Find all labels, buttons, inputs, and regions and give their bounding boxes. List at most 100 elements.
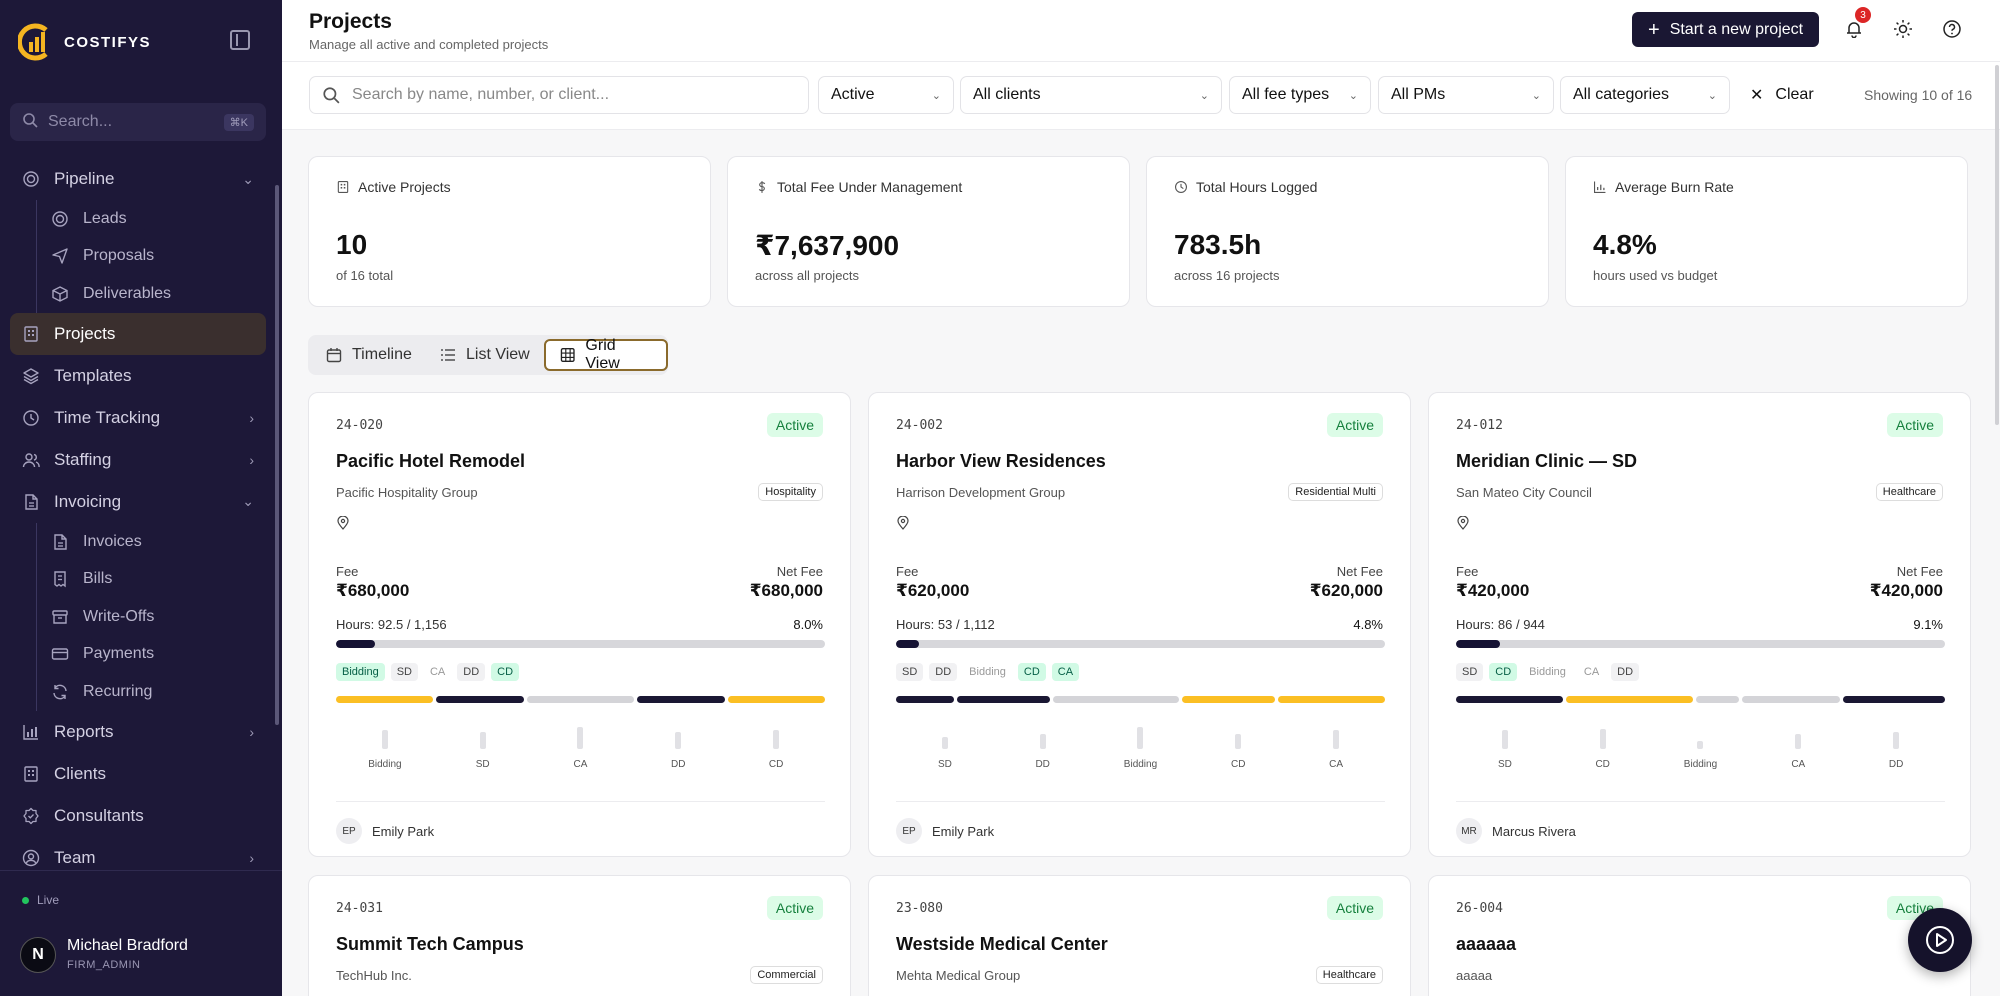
- project-name[interactable]: aaaaaa: [1456, 934, 1516, 955]
- phase-segments: [896, 696, 1385, 703]
- card-divider: [1456, 801, 1945, 802]
- live-label: Live: [37, 893, 60, 907]
- stat-value: 10: [336, 229, 368, 260]
- phase-bar: [675, 732, 682, 749]
- users-icon: [22, 451, 40, 469]
- sidebar-item-time-tracking[interactable]: Time Tracking ›: [10, 397, 266, 439]
- sidebar-item-reports[interactable]: Reports ›: [10, 711, 266, 753]
- phase-bar: [1137, 726, 1144, 749]
- hours-progress-fill: [896, 640, 920, 648]
- project-number: 24-020: [336, 418, 383, 433]
- receipt-icon: [51, 570, 69, 588]
- sidebar-item-staffing[interactable]: Staffing ›: [10, 439, 266, 481]
- sidebar-item-label: Time Tracking: [54, 407, 161, 427]
- sidebar-item-payments[interactable]: Payments: [37, 636, 266, 674]
- theme-toggle-button[interactable]: [1891, 17, 1915, 41]
- start-new-project-label: Start a new project: [1669, 20, 1804, 38]
- pm-filter-select[interactable]: All PMs ⌄: [1378, 76, 1554, 114]
- status-badge: Active: [766, 413, 823, 437]
- main-scrollbar[interactable]: [1995, 65, 1999, 425]
- fee-type-filter-select[interactable]: All fee types ⌄: [1229, 76, 1371, 114]
- status-filter-select[interactable]: Active ⌄: [818, 76, 954, 114]
- box-icon: [51, 285, 69, 303]
- phase-column: CD: [1563, 715, 1643, 770]
- costifys-logo-icon: [16, 22, 52, 62]
- sidebar-item-write-offs[interactable]: Write-Offs: [37, 598, 266, 636]
- sidebar-item-invoices[interactable]: Invoices: [37, 523, 266, 561]
- search-shortcut: ⌘K: [223, 113, 254, 131]
- sidebar-search[interactable]: Search... ⌘K: [10, 103, 266, 141]
- clock-icon: [1174, 180, 1188, 194]
- phase-label: SD: [1497, 759, 1512, 770]
- sidebar-scrollbar[interactable]: [275, 185, 279, 725]
- sidebar-collapse-icon[interactable]: [230, 30, 250, 50]
- sidebar-item-invoicing[interactable]: Invoicing ⌄: [10, 481, 266, 523]
- phase-segments: [336, 696, 825, 703]
- grid-view-tab[interactable]: Grid View: [544, 337, 668, 372]
- sidebar-item-label: Recurring: [83, 682, 153, 700]
- phase-bar: [1795, 733, 1802, 749]
- notifications-button[interactable]: 3: [1842, 7, 1871, 41]
- sidebar-item-pipeline[interactable]: Pipeline ⌄: [10, 158, 266, 200]
- project-card[interactable]: 26-004 Active aaaaaa aaaaa: [1428, 875, 1971, 996]
- clock-icon: [22, 409, 40, 427]
- plus-icon: +: [1648, 18, 1660, 41]
- card-divider: [896, 801, 1385, 802]
- project-card[interactable]: 24-031 Active Summit Tech Campus TechHub In…: [308, 875, 851, 996]
- file-icon: [22, 493, 40, 511]
- brand[interactable]: COSTIFYS: [16, 20, 152, 64]
- fee-label: Fee: [896, 564, 919, 579]
- project-card[interactable]: 24-020 Active Pacific Hotel Remodel Pacific…: [308, 392, 851, 857]
- burn-rate: 4.8%: [1353, 617, 1383, 632]
- sidebar-item-clients[interactable]: Clients: [10, 753, 266, 795]
- phase-chip: CA: [1583, 666, 1600, 678]
- sidebar-item-bills[interactable]: Bills: [37, 560, 266, 598]
- phase-segment: [1182, 696, 1275, 703]
- client-filter-value: All clients: [973, 86, 1041, 103]
- sidebar-item-leads[interactable]: Leads: [37, 200, 266, 238]
- start-new-project-button[interactable]: + Start a new project: [1632, 12, 1820, 47]
- sidebar-item-deliverables[interactable]: Deliverables: [37, 275, 266, 313]
- list-view-tab[interactable]: List View: [426, 339, 544, 371]
- category-badge: Hospitality: [758, 483, 823, 501]
- project-card[interactable]: 23-080 Active Westside Medical Center Mehta…: [868, 875, 1411, 996]
- hours-progress-bar: [1456, 640, 1945, 648]
- sidebar-item-label: Invoices: [83, 532, 142, 550]
- phase-column: DD: [1003, 715, 1083, 770]
- sidebar-item-label: Bills: [83, 570, 113, 588]
- project-number: 24-012: [1456, 418, 1503, 433]
- client-filter-select[interactable]: All clients ⌄: [960, 76, 1222, 114]
- project-name[interactable]: Westside Medical Center: [896, 934, 1108, 955]
- project-name[interactable]: Summit Tech Campus: [336, 934, 524, 955]
- timeline-view-tab[interactable]: Timeline: [312, 339, 426, 371]
- project-search-input[interactable]: Search by name, number, or client...: [309, 76, 809, 114]
- phase-chip: SD: [896, 663, 924, 681]
- sidebar-item-proposals[interactable]: Proposals: [37, 238, 266, 276]
- help-button[interactable]: [1940, 17, 1964, 41]
- project-name[interactable]: Meridian Clinic — SD: [1456, 451, 1637, 472]
- user-name[interactable]: Michael Bradford: [67, 937, 188, 955]
- project-client: Mehta Medical Group: [896, 968, 1021, 983]
- category-badge: Commercial: [750, 966, 823, 984]
- location-pin-icon: [336, 515, 350, 530]
- sidebar-item-consultants[interactable]: Consultants: [10, 795, 266, 837]
- sidebar-item-recurring[interactable]: Recurring: [37, 673, 266, 711]
- user-avatar[interactable]: N: [20, 937, 56, 973]
- stat-label: Total Fee Under Management: [755, 179, 962, 195]
- clear-filters-button[interactable]: ✕ Clear: [1750, 85, 1814, 105]
- help-icon: [1943, 20, 1961, 38]
- category-filter-select[interactable]: All categories ⌄: [1560, 76, 1730, 114]
- brand-name: COSTIFYS: [64, 33, 152, 51]
- project-name[interactable]: Pacific Hotel Remodel: [336, 451, 525, 472]
- play-tour-button[interactable]: [1908, 908, 1972, 972]
- sidebar-search-placeholder: Search...: [48, 113, 113, 130]
- sidebar-item-templates[interactable]: Templates: [10, 355, 266, 397]
- project-card[interactable]: 24-002 Active Harbor View Residences Harris…: [868, 392, 1411, 857]
- phase-chip: Bidding: [969, 666, 1006, 678]
- project-card[interactable]: 24-012 Active Meridian Clinic — SD San Mate…: [1428, 392, 1971, 857]
- project-name[interactable]: Harbor View Residences: [896, 451, 1106, 472]
- stat-card-average-burn-rate: Average Burn Rate 4.8% hours used vs budge…: [1565, 156, 1968, 307]
- phase-bar: [1697, 740, 1704, 749]
- sidebar-item-projects[interactable]: Projects: [10, 312, 266, 355]
- sidebar-item-label: Projects: [54, 323, 116, 343]
